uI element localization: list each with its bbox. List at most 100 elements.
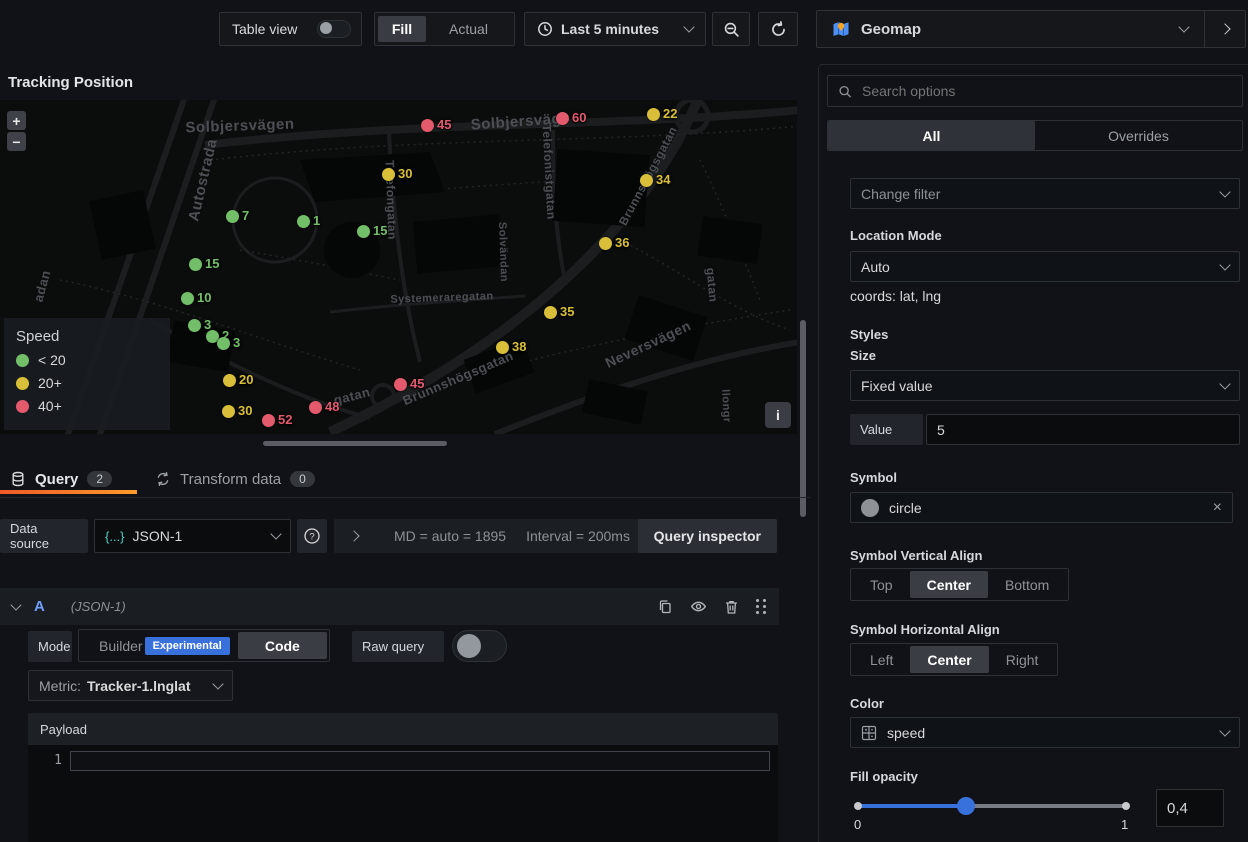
raw-query-toggle[interactable] (452, 630, 507, 662)
point-value: 45 (410, 376, 424, 391)
table-view-control[interactable]: Table view (219, 12, 362, 46)
point-value: 45 (437, 117, 451, 132)
legend-item: 40+ (16, 398, 158, 414)
slider-min-label: 0 (854, 817, 861, 832)
color-field-select[interactable]: speed (850, 717, 1240, 748)
location-mode-label: Location Mode (850, 228, 942, 243)
duplicate-query-icon[interactable] (657, 599, 673, 615)
legend-item-label: 40+ (38, 398, 62, 414)
point-value: 22 (663, 106, 677, 121)
query-options-summary[interactable]: MD = auto = 1895 Interval = 200ms Query … (334, 519, 777, 553)
map-zoom-out-button[interactable]: − (7, 132, 26, 151)
valign-center-option[interactable]: Center (910, 571, 988, 598)
point-dot (222, 405, 235, 418)
payload-label: Payload (40, 722, 87, 737)
legend-item-label: < 20 (38, 352, 66, 368)
point-value: 35 (560, 304, 574, 319)
options-search-input[interactable] (860, 82, 1232, 100)
legend-title: Speed (16, 328, 158, 345)
fill-opacity-slider[interactable] (850, 795, 1140, 817)
chevron-right-icon (1219, 23, 1230, 34)
mode-radio-group: Builder Experimental Code (78, 629, 330, 662)
halign-left-option[interactable]: Left (853, 646, 910, 673)
query-inspector-button[interactable]: Query inspector (638, 519, 777, 553)
tab-query[interactable]: Query 2 (10, 467, 112, 491)
collapse-query-icon[interactable] (10, 599, 21, 610)
valign-bottom-option[interactable]: Bottom (988, 571, 1066, 598)
fill-opacity-value-input[interactable] (1156, 789, 1224, 827)
chevron-down-icon (1219, 259, 1230, 270)
transform-icon (155, 471, 171, 487)
raw-query-label: Raw query (352, 631, 444, 662)
datasource-picker[interactable]: {...} JSON-1 (94, 519, 291, 553)
color-field-value: speed (887, 725, 1211, 741)
geomap-canvas[interactable]: Solbjersvägen Solbjersväg Autostrada Tel… (0, 100, 797, 434)
tab-transform-data[interactable]: Transform data 0 (155, 467, 315, 491)
point-value: 15 (373, 223, 387, 238)
mode-builder-option[interactable]: Builder (81, 632, 145, 659)
symbol-halign-group: Left Center Right (850, 643, 1058, 676)
refresh-button[interactable] (758, 12, 798, 46)
drag-handle-icon[interactable] (756, 599, 767, 614)
map-info-button[interactable]: i (765, 402, 791, 428)
time-range-picker[interactable]: Last 5 minutes (524, 12, 706, 46)
symbol-halign-label: Symbol Horizontal Align (850, 622, 1000, 637)
legend-item: < 20 (16, 352, 158, 368)
slider-max-label: 1 (1121, 817, 1128, 832)
legend-color-dot (16, 377, 29, 390)
clear-symbol-icon[interactable]: × (1213, 499, 1222, 517)
clock-icon (537, 21, 553, 37)
tab-overrides[interactable]: Overrides (1035, 121, 1242, 150)
mode-code-option[interactable]: Code (238, 632, 327, 659)
visualization-picker[interactable]: Geomap (816, 10, 1246, 48)
styles-label: Styles (850, 327, 888, 342)
change-filter-select[interactable]: Change filter (850, 178, 1240, 209)
tab-all[interactable]: All (828, 121, 1035, 150)
chevron-down-icon (1178, 21, 1189, 32)
location-mode-value: Auto (861, 259, 1221, 275)
point-value: 10 (197, 290, 211, 305)
symbol-select[interactable]: circle × (850, 492, 1233, 523)
location-mode-select[interactable]: Auto (850, 251, 1240, 282)
halign-center-option[interactable]: Center (910, 646, 988, 673)
payload-editor[interactable]: 1 (28, 745, 778, 842)
fill-actual-group: Fill Actual (374, 12, 515, 46)
metric-dropdown[interactable]: Metric: Tracker-1.lnglat (28, 670, 233, 701)
actual-button[interactable]: Actual (426, 21, 511, 37)
halign-right-option[interactable]: Right (989, 646, 1056, 673)
time-zoom-out-button[interactable] (712, 12, 750, 46)
slider-handle[interactable] (957, 797, 975, 815)
valign-top-option[interactable]: Top (853, 571, 910, 598)
tabs-divider (0, 497, 810, 498)
database-icon (10, 471, 26, 487)
table-view-toggle[interactable] (317, 20, 351, 38)
datasource-help-button[interactable]: ? (297, 519, 327, 553)
size-mode-select[interactable]: Fixed value (850, 370, 1240, 401)
point-value: 15 (205, 256, 219, 271)
point-value: 34 (656, 172, 670, 187)
point-dot (357, 225, 370, 238)
map-zoom-in-button[interactable]: + (7, 111, 26, 130)
delete-query-icon[interactable] (724, 599, 739, 615)
panel-title[interactable]: Tracking Position (8, 74, 133, 91)
street-label: gatan (704, 267, 721, 303)
query-row-header[interactable]: A (JSON-1) (0, 588, 779, 625)
horizontal-scrollbar[interactable] (263, 441, 447, 446)
value-label-text: Value (860, 422, 892, 437)
fill-button[interactable]: Fill (378, 16, 426, 42)
size-label: Size (850, 348, 876, 363)
slider-min-dot (854, 802, 862, 810)
query-ref-id: A (34, 598, 45, 615)
geomap-icon (831, 19, 851, 39)
point-value: 7 (242, 208, 249, 223)
collapse-options-button[interactable] (1205, 11, 1245, 47)
chevron-down-icon (212, 678, 223, 689)
point-dot (188, 319, 201, 332)
vertical-scrollbar[interactable] (800, 320, 806, 517)
point-dot (496, 341, 509, 354)
size-value-input[interactable] (926, 414, 1240, 445)
payload-code-input[interactable] (70, 751, 770, 771)
hide-query-icon[interactable] (690, 598, 707, 615)
point-dot (647, 108, 660, 121)
options-search[interactable] (827, 75, 1243, 107)
